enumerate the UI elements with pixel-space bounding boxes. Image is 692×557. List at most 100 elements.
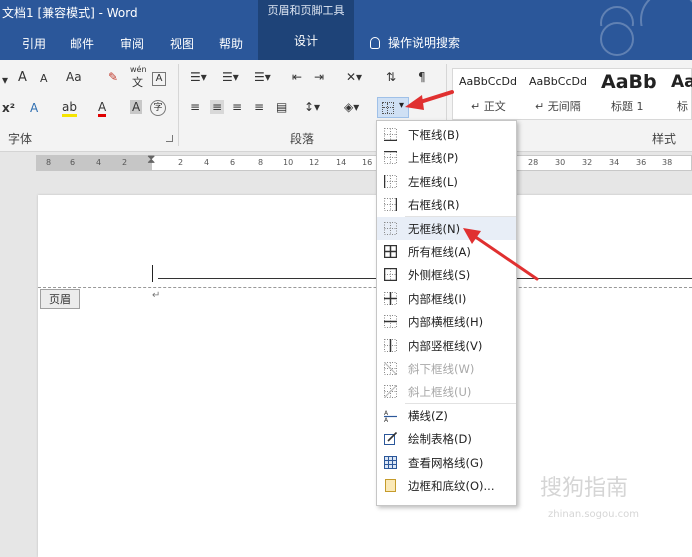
menu-item-borders-shading[interactable]: 边框和底纹(O)... xyxy=(377,474,516,497)
clear-formatting-icon[interactable]: ✎ xyxy=(108,70,118,84)
paragraph-mark: ↵ xyxy=(152,290,161,301)
ruler-number: 38 xyxy=(662,158,673,167)
phonetic-guide-char[interactable]: 文 xyxy=(132,74,143,90)
menu-item-all-borders[interactable]: 所有框线(A) xyxy=(377,240,516,263)
menu-item-bottom-border[interactable]: 下框线(B) xyxy=(377,123,516,146)
draw-table-icon xyxy=(384,432,398,446)
menu-item-inside-vertical-border[interactable]: 内部竖框线(V) xyxy=(377,334,516,357)
borders-shading-icon xyxy=(384,479,397,492)
ruler-number: 6 xyxy=(230,158,236,167)
increase-indent-icon[interactable]: ⇥ xyxy=(314,70,324,84)
bullets-button-icon[interactable]: ☰▾ xyxy=(190,70,207,84)
horizontal-ruler[interactable]: 8 6 4 2 ⧗ 2 4 6 8 10 12 14 16 28 30 32 3… xyxy=(0,152,692,176)
style-no-spacing[interactable]: AaBbCcDd ↵ 无间隔 xyxy=(529,69,595,119)
tab-design[interactable]: 设计 xyxy=(258,26,354,60)
shrink-font-button[interactable]: A xyxy=(40,72,48,85)
style-heading-2[interactable]: Aa 标 xyxy=(671,69,692,119)
borders-dropdown-menu: 下框线(B) 上框线(P) 左框线(L) 右框线(R) 无框线(N) 所有框线(A) 外侧框… xyxy=(376,120,517,506)
paragraph-group-label: 段落 xyxy=(290,132,315,146)
menu-item-left-border[interactable]: 左框线(L) xyxy=(377,170,516,193)
ruler-number: 10 xyxy=(283,158,294,167)
watermark-logo: 搜狗指南 xyxy=(540,476,629,501)
style-sample: Aa xyxy=(671,72,692,92)
menu-item-label: 内部框线(I) xyxy=(408,291,467,306)
character-border-button[interactable]: A xyxy=(152,70,166,86)
ruler-number: 36 xyxy=(636,158,647,167)
group-separator xyxy=(178,64,179,146)
style-name: ↵ 无间隔 xyxy=(535,100,581,113)
no-border-icon xyxy=(384,221,397,235)
enclose-characters-button[interactable]: 字 xyxy=(150,100,166,116)
bottom-border-icon xyxy=(384,128,397,142)
menu-item-diagonal-up-border: 斜上框线(U) xyxy=(377,380,516,403)
diagonal-up-border-icon xyxy=(383,384,398,399)
menu-item-label: 内部横框线(H) xyxy=(408,315,484,330)
inside-borders-icon xyxy=(384,291,397,305)
ruler-number: 28 xyxy=(528,158,539,167)
multilevel-list-icon[interactable]: ☰▾ xyxy=(254,70,271,84)
menu-item-draw-table[interactable]: 绘制表格(D) xyxy=(377,427,516,450)
style-heading-1[interactable]: AaBb 标题 1 xyxy=(601,69,667,119)
menu-item-top-border[interactable]: 上框线(P) xyxy=(377,146,516,169)
distributed-icon[interactable]: ▤ xyxy=(276,100,287,114)
borders-grid-icon xyxy=(382,102,394,114)
menu-item-inside-borders[interactable]: 内部框线(I) xyxy=(377,287,516,310)
document-page[interactable]: 页眉 ↵ xyxy=(38,195,692,557)
tab-mailings[interactable]: 邮件 xyxy=(70,35,94,52)
text-effects-button[interactable]: A xyxy=(30,101,38,115)
style-normal[interactable]: AaBbCcDd ↵ 正文 xyxy=(459,69,525,119)
change-case-button[interactable]: Aa xyxy=(66,70,82,84)
chinese-layout-icon[interactable]: ✕▾ xyxy=(346,70,362,84)
highlight-color-button[interactable]: ab xyxy=(62,100,77,117)
align-right-icon[interactable]: ≡ xyxy=(232,100,242,114)
tab-view[interactable]: 视图 xyxy=(170,35,194,52)
sort-icon[interactable]: ⇅ xyxy=(386,70,396,84)
borders-button[interactable]: ▾ xyxy=(377,97,409,118)
ruler-number: 8 xyxy=(258,158,264,167)
tab-references[interactable]: 引用 xyxy=(22,35,46,52)
font-size-dropdown-icon[interactable]: ▾ xyxy=(2,73,8,87)
align-center-icon[interactable]: ≡ xyxy=(210,100,225,114)
menu-item-outside-borders[interactable]: 外侧框线(S) xyxy=(377,263,516,286)
menu-item-label: 无框线(N) xyxy=(408,221,461,236)
ruler-margin xyxy=(36,155,152,171)
decrease-indent-icon[interactable]: ⇤ xyxy=(292,70,302,84)
show-marks-icon[interactable]: ¶ xyxy=(418,70,426,84)
ruler-number: 16 xyxy=(362,158,373,167)
line-spacing-icon[interactable]: ↕▾ xyxy=(304,100,320,114)
menu-item-label: 上框线(P) xyxy=(408,151,459,166)
top-border-icon xyxy=(384,151,397,165)
ruler-number: 4 xyxy=(204,158,210,167)
tell-me-search[interactable]: 操作说明搜索 xyxy=(370,34,460,51)
header-boundary xyxy=(38,287,692,288)
superscript-button[interactable]: x² xyxy=(2,101,15,115)
menu-item-inside-horizontal-border[interactable]: 内部横框线(H) xyxy=(377,310,516,333)
menu-item-no-border[interactable]: 无框线(N) xyxy=(377,216,516,240)
font-color-button[interactable]: A xyxy=(98,100,107,117)
all-borders-icon xyxy=(383,244,398,259)
menu-item-view-gridlines[interactable]: 查看网格线(G) xyxy=(377,451,516,474)
align-left-icon[interactable]: ≡ xyxy=(190,100,200,114)
menu-item-label: 所有框线(A) xyxy=(408,245,471,259)
shading-icon[interactable]: ◈▾ xyxy=(344,100,359,114)
menu-item-horizontal-line[interactable]: A A 横线(Z) xyxy=(377,404,516,427)
font-group-label: 字体 xyxy=(8,132,33,146)
style-sample: AaBbCcDd xyxy=(529,75,587,88)
ruler-number: 34 xyxy=(609,158,620,167)
justify-icon[interactable]: ≡ xyxy=(254,100,264,114)
style-name: 标 xyxy=(677,100,688,113)
title-bar: 文档1 [兼容模式] - Word 页眉和页脚工具 xyxy=(0,0,692,50)
indent-marker-icon[interactable]: ⧗ xyxy=(147,152,155,167)
menu-item-right-border[interactable]: 右框线(R) xyxy=(377,193,516,216)
style-name: ↵ 正文 xyxy=(471,100,506,113)
tab-review[interactable]: 审阅 xyxy=(120,35,144,52)
character-shading-button[interactable]: A xyxy=(130,100,143,114)
font-dialog-launcher-icon[interactable] xyxy=(166,135,173,142)
grow-font-button[interactable]: A xyxy=(18,70,27,85)
phonetic-guide-label[interactable]: wén xyxy=(130,65,147,74)
style-sample: AaBbCcDd xyxy=(459,75,517,88)
numbering-button-icon[interactable]: ☰▾ xyxy=(222,70,239,84)
ribbon: ▾ A A Aa ✎ wén 文 A x² A ab A A 字 字体 ☰▾ ☰… xyxy=(0,60,692,152)
tab-help[interactable]: 帮助 xyxy=(219,35,243,52)
chevron-down-icon[interactable]: ▾ xyxy=(399,100,404,111)
